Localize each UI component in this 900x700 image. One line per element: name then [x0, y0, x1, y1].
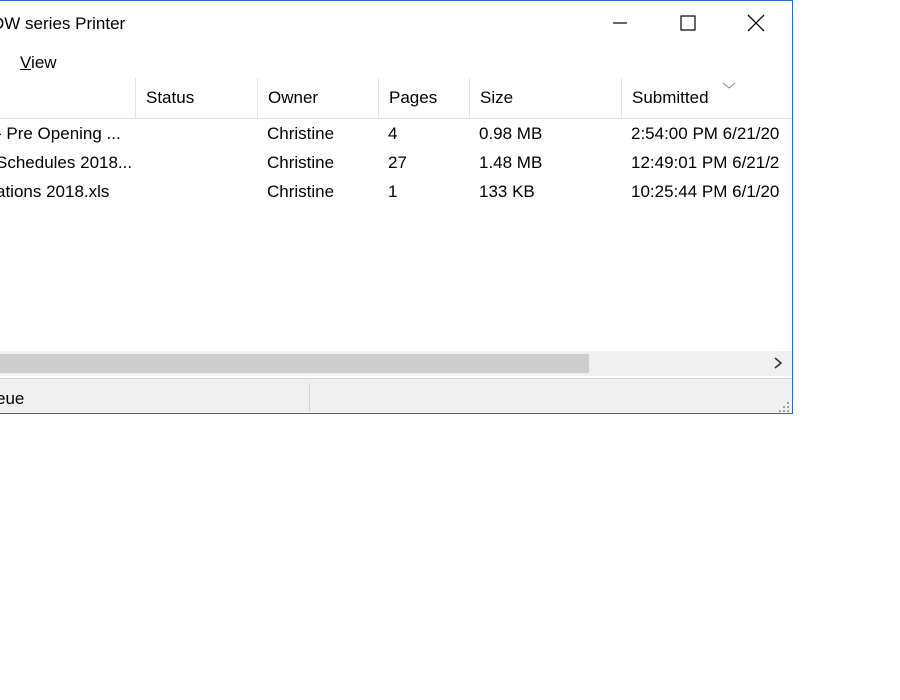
cell-document: Schedules 2018... — [0, 153, 131, 172]
table-row[interactable]: ations 2018.xls Christine 1 133 KB 10:25… — [0, 177, 792, 206]
close-button[interactable] — [722, 1, 790, 45]
cell-document: - Pre Opening ... — [0, 124, 121, 143]
status-text: eue — [0, 389, 25, 408]
resize-grip-icon[interactable] — [776, 399, 790, 413]
cell-status — [135, 177, 257, 206]
cell-owner: Christine — [267, 182, 335, 201]
cell-pages: 1 — [388, 182, 398, 201]
table-row[interactable]: Schedules 2018... Christine 27 1.48 MB 1… — [0, 148, 792, 177]
minimize-button[interactable] — [586, 1, 654, 45]
column-header-pages[interactable]: Pages — [378, 78, 469, 118]
cell-status — [135, 148, 257, 177]
column-header-status[interactable]: Status — [135, 78, 257, 118]
print-job-list[interactable]: Status Owner Pages Size Submitted - Pre … — [0, 78, 792, 350]
cell-pages: 27 — [388, 153, 407, 172]
status-bar: eue — [0, 378, 792, 413]
table-row[interactable]: - Pre Opening ... Christine 4 0.98 MB 2:… — [0, 119, 792, 148]
menu-view[interactable]: View — [20, 53, 57, 73]
chevron-right-icon — [774, 357, 783, 369]
title-bar[interactable]: DW series Printer — [0, 1, 792, 45]
cell-submitted: 2:54:00 PM 6/21/20 — [631, 124, 780, 143]
cell-status — [135, 119, 257, 148]
column-header-owner[interactable]: Owner — [257, 78, 378, 118]
column-header-document[interactable] — [0, 78, 135, 118]
list-header: Status Owner Pages Size Submitted — [0, 78, 792, 119]
column-header-submitted[interactable]: Submitted — [621, 78, 792, 118]
minimize-icon — [613, 22, 627, 24]
close-icon — [747, 14, 765, 32]
cell-submitted: 10:25:44 PM 6/1/20 — [631, 182, 780, 201]
cell-pages: 4 — [388, 124, 398, 143]
cell-size: 133 KB — [479, 182, 535, 201]
horizontal-scrollbar[interactable] — [0, 351, 792, 376]
cell-size: 1.48 MB — [479, 153, 543, 172]
cell-owner: Christine — [267, 124, 335, 143]
menu-view-label: iew — [31, 53, 57, 72]
cell-document: ations 2018.xls — [0, 182, 110, 201]
column-header-size[interactable]: Size — [469, 78, 621, 118]
menu-bar: View — [0, 45, 792, 77]
maximize-button[interactable] — [654, 1, 722, 45]
printer-queue-window: DW series Printer View Status Owner Page… — [0, 0, 793, 414]
cell-size: 0.98 MB — [479, 124, 543, 143]
window-title: DW series Printer — [0, 14, 126, 33]
sort-down-icon — [722, 82, 736, 89]
cell-submitted: 12:49:01 PM 6/21/2 — [631, 153, 780, 172]
scroll-right-button[interactable] — [770, 355, 786, 371]
status-divider — [309, 383, 310, 411]
cell-owner: Christine — [267, 153, 335, 172]
maximize-icon — [680, 15, 696, 31]
scrollbar-thumb[interactable] — [0, 354, 589, 373]
menu-view-accelerator: V — [20, 53, 32, 72]
